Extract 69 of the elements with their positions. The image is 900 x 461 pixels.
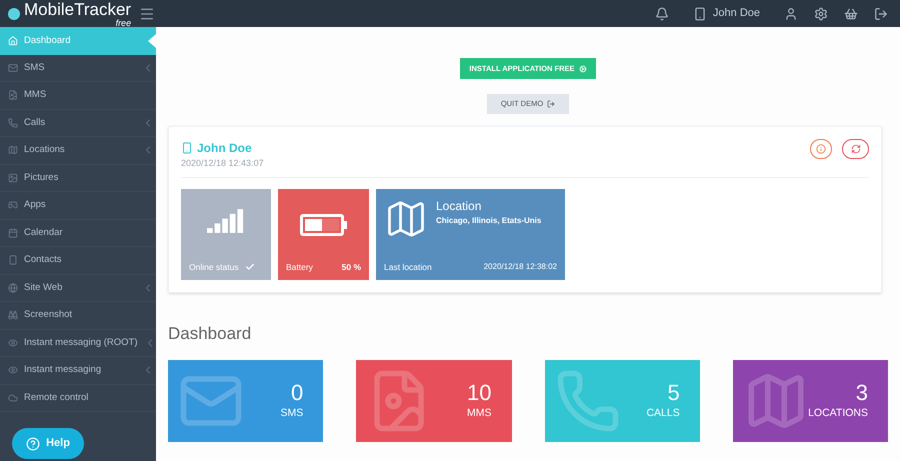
binoculars-icon bbox=[8, 310, 18, 320]
menu-icon[interactable] bbox=[139, 6, 156, 22]
eye-icon bbox=[8, 365, 18, 376]
sidebar-item[interactable]: Instant messaging bbox=[0, 357, 156, 384]
sidebar-item[interactable]: Apps bbox=[0, 192, 156, 220]
sidebar-item[interactable]: Remote control bbox=[0, 384, 156, 412]
image-file-icon bbox=[8, 90, 18, 100]
envelope-icon bbox=[8, 62, 18, 73]
stat-count: 0 bbox=[291, 380, 304, 406]
eye-icon bbox=[8, 338, 18, 348]
gamepad-icon bbox=[8, 200, 18, 210]
info-icon bbox=[816, 144, 826, 154]
smartphone-icon bbox=[181, 142, 193, 154]
sidebar-item[interactable]: Calendar bbox=[0, 220, 156, 247]
location-timestamp: 2020/12/18 12:38:02 bbox=[484, 261, 557, 274]
bell-icon[interactable] bbox=[654, 6, 669, 20]
home-icon bbox=[8, 36, 18, 46]
gear-icon bbox=[578, 64, 587, 72]
sidebar-item[interactable]: Locations bbox=[0, 137, 156, 164]
help-icon bbox=[26, 436, 40, 450]
stat-label: CALLS bbox=[646, 406, 680, 422]
device-timestamp: 2020/12/18 12:43:07 bbox=[181, 157, 264, 170]
tile-label: Online status bbox=[189, 260, 239, 274]
logo-icon bbox=[8, 8, 20, 20]
stat-count: 10 bbox=[467, 380, 492, 406]
picture-icon bbox=[8, 172, 18, 183]
user-name[interactable]: John Doe bbox=[712, 5, 760, 22]
map-icon bbox=[8, 145, 18, 156]
stat-label: SMS bbox=[280, 406, 304, 422]
check-icon bbox=[244, 262, 255, 272]
signal-icon bbox=[207, 208, 245, 234]
sidebar-item[interactable]: Contacts bbox=[0, 247, 156, 274]
location-place: Chicago, Illinois, Etats-Unis bbox=[436, 214, 542, 226]
stat-label: MMS bbox=[467, 406, 492, 422]
exit-icon bbox=[547, 100, 556, 108]
sidebar-item[interactable]: Screenshot bbox=[0, 302, 156, 330]
battery-reading: 50 % bbox=[342, 260, 361, 274]
phone-icon bbox=[8, 118, 18, 128]
stat-tile[interactable]: 3 LOCATIONS bbox=[732, 360, 888, 442]
refresh-icon bbox=[850, 144, 860, 154]
sidebar-item[interactable]: Calls bbox=[0, 110, 156, 137]
tile-label: Last location bbox=[384, 260, 432, 274]
stat-label: LOCATIONS bbox=[808, 406, 868, 422]
basket-icon[interactable] bbox=[844, 6, 858, 20]
stat-count: 3 bbox=[856, 380, 868, 406]
calendar-icon bbox=[8, 228, 18, 238]
logo-subtitle: free bbox=[116, 18, 132, 26]
settings-icon[interactable] bbox=[814, 6, 828, 20]
cloud-icon bbox=[8, 392, 18, 403]
section-title: Dashboard bbox=[168, 322, 252, 344]
logo-text: MobileTracker bbox=[24, 0, 132, 18]
sidebar-item[interactable]: MMS bbox=[0, 82, 156, 110]
logout-icon[interactable] bbox=[874, 6, 888, 20]
user-icon[interactable] bbox=[784, 6, 798, 20]
refresh-button[interactable] bbox=[842, 139, 869, 159]
stat-tile[interactable]: 10 MMS bbox=[356, 360, 512, 442]
globe-icon bbox=[8, 282, 18, 293]
stat-tile[interactable]: 0 SMS bbox=[168, 360, 324, 442]
sidebar-item[interactable]: SMS bbox=[0, 54, 156, 82]
smartphone-icon bbox=[692, 6, 707, 20]
smartphone-icon bbox=[8, 255, 18, 266]
active-pointer-icon bbox=[148, 34, 156, 48]
sidebar-item[interactable]: Instant messaging (ROOT) bbox=[0, 330, 156, 357]
sidebar-item[interactable]: Pictures bbox=[0, 164, 156, 192]
stat-count: 5 bbox=[668, 380, 680, 406]
sidebar-item[interactable]: Site Web bbox=[0, 274, 156, 302]
tile-label: Battery bbox=[286, 260, 313, 274]
location-title: Location bbox=[436, 198, 482, 214]
info-button[interactable] bbox=[810, 139, 832, 159]
